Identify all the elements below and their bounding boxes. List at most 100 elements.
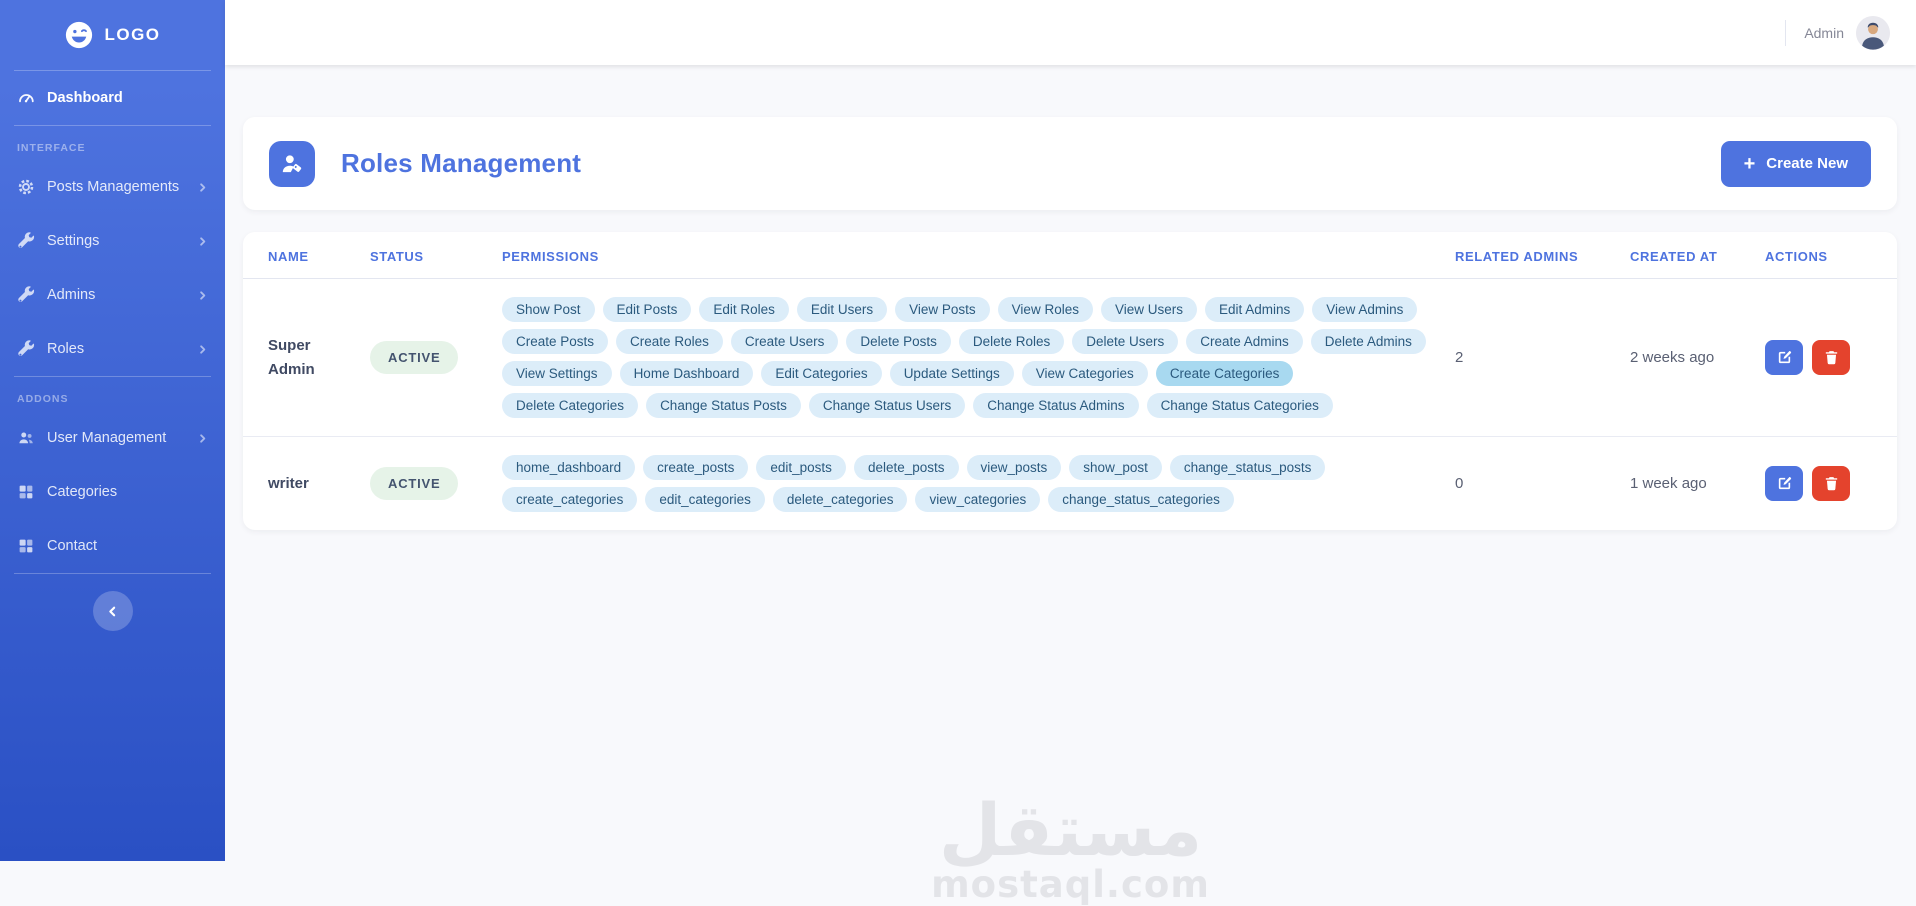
chevron-right-icon xyxy=(197,236,208,247)
permission-pill: edit_categories xyxy=(645,487,765,512)
permission-pill: Change Status Categories xyxy=(1146,393,1333,418)
column-header-status: STATUS xyxy=(370,249,424,264)
plus-icon: + xyxy=(1743,152,1756,175)
wrench-icon xyxy=(17,232,35,250)
trash-icon xyxy=(1823,349,1840,366)
content: Roles Management + Create New NAME STATUS… xyxy=(225,65,1916,906)
permission-pill: Change Status Admins xyxy=(973,393,1139,418)
actions-cell xyxy=(1765,340,1872,375)
permission-pill: Edit Admins xyxy=(1205,297,1305,322)
sidebar-item-posts-managements[interactable]: Posts Managements xyxy=(0,160,225,214)
gear-icon xyxy=(17,178,35,196)
laugh-wink-icon xyxy=(64,20,94,50)
permission-pill: View Users xyxy=(1100,297,1197,322)
column-header-name: NAME xyxy=(268,249,309,264)
user-avatar[interactable] xyxy=(1856,15,1890,50)
status-cell: ACTIVE xyxy=(370,467,502,500)
sidebar-item-label: Contact xyxy=(47,538,97,554)
permission-pill: View Roles xyxy=(997,297,1093,322)
permission-pill: Delete Users xyxy=(1072,329,1179,354)
permission-pill: change_status_categories xyxy=(1048,487,1234,512)
table-header-row: NAME STATUS PERMISSIONS RELATED ADMINS CREAT… xyxy=(243,232,1897,279)
chevron-right-icon xyxy=(197,182,208,193)
sidebar-item-user-management[interactable]: User Management xyxy=(0,411,225,465)
status-cell: ACTIVE xyxy=(370,341,502,374)
page-header-card: Roles Management + Create New xyxy=(243,117,1897,210)
permission-pill: create_posts xyxy=(643,455,749,480)
permission-pill: Create Posts xyxy=(502,329,609,354)
permission-pill: show_post xyxy=(1069,455,1162,480)
permission-pill: Delete Categories xyxy=(502,393,639,418)
chevron-left-icon xyxy=(106,605,119,618)
permission-pill: Edit Categories xyxy=(761,361,882,386)
wrench-icon xyxy=(17,340,35,358)
sidebar-item-label: Categories xyxy=(47,484,118,500)
permission-pill: create_categories xyxy=(502,487,638,512)
permission-pill: View Categories xyxy=(1021,361,1148,386)
permission-pill: view_posts xyxy=(966,455,1062,480)
app-root: LOGO Dashboard INTERFACE Posts Managements… xyxy=(0,0,1916,906)
sidebar-brand[interactable]: LOGO xyxy=(0,0,225,70)
trash-icon xyxy=(1823,475,1840,492)
actions-cell xyxy=(1765,466,1872,501)
permissions-list: Show Post Edit Posts Edit Roles Edit Users V… xyxy=(502,297,1455,418)
sidebar-item-dashboard[interactable]: Dashboard xyxy=(0,71,225,125)
sidebar-section-label: INTERFACE xyxy=(17,142,86,154)
permission-pill: delete_posts xyxy=(853,455,959,480)
edit-role-button[interactable] xyxy=(1765,340,1803,375)
delete-role-button[interactable] xyxy=(1812,340,1850,375)
grid-icon xyxy=(17,537,35,555)
column-header-related-admins: RELATED ADMINS xyxy=(1455,249,1579,264)
tachometer-icon xyxy=(17,89,35,107)
sidebar-item-contact[interactable]: Contact xyxy=(0,519,225,573)
permission-pill: Show Post xyxy=(502,297,595,322)
permission-pill: Edit Posts xyxy=(602,297,692,322)
edit-icon xyxy=(1776,475,1793,492)
created-at: 1 week ago xyxy=(1630,475,1707,492)
delete-role-button[interactable] xyxy=(1812,466,1850,501)
permission-pill: view_categories xyxy=(915,487,1041,512)
permission-pill: Edit Users xyxy=(796,297,888,322)
create-new-button[interactable]: + Create New xyxy=(1720,140,1871,187)
sidebar-collapse-button[interactable] xyxy=(92,591,133,631)
permission-pill: delete_categories xyxy=(772,487,908,512)
sidebar-item-roles[interactable]: Roles xyxy=(0,322,225,376)
permission-pill: Create Users xyxy=(730,329,839,354)
chevron-right-icon xyxy=(197,433,208,444)
watermark-latin: mostaql.com xyxy=(931,862,1210,906)
sidebar-item-label: Settings xyxy=(47,233,100,249)
permission-pill: Change Status Users xyxy=(808,393,966,418)
logo-text: LOGO xyxy=(104,25,161,44)
table-row: writer ACTIVE home_dashboard create_posts ed… xyxy=(243,437,1897,530)
topbar: Admin xyxy=(225,0,1916,65)
permission-pill: Home Dashboard xyxy=(619,361,754,386)
related-admins-count: 0 xyxy=(1455,475,1464,492)
watermark: مستقل mostaql.com xyxy=(931,792,1210,906)
status-badge: ACTIVE xyxy=(370,467,459,500)
created-at: 2 weeks ago xyxy=(1630,349,1715,366)
sidebar-item-label: Roles xyxy=(47,341,85,357)
permission-pill: View Admins xyxy=(1312,297,1418,322)
column-header-permissions: PERMISSIONS xyxy=(502,249,599,264)
roles-table: NAME STATUS PERMISSIONS RELATED ADMINS CREAT… xyxy=(243,232,1897,530)
chevron-right-icon xyxy=(197,290,208,301)
edit-role-button[interactable] xyxy=(1765,466,1803,501)
sidebar-item-categories[interactable]: Categories xyxy=(0,465,225,519)
sidebar-item-admins[interactable]: Admins xyxy=(0,268,225,322)
sidebar-item-settings[interactable]: Settings xyxy=(0,214,225,268)
permission-pill: Delete Admins xyxy=(1310,329,1426,354)
sidebar-item-label: User Management xyxy=(47,430,167,446)
main-area: Admin Roles Management + Create New NAME… xyxy=(225,0,1916,906)
permission-pill: edit_posts xyxy=(756,455,846,480)
permissions-list: home_dashboard create_posts edit_posts dele… xyxy=(502,455,1455,512)
column-header-actions: ACTIONS xyxy=(1765,249,1828,264)
related-admins-count: 2 xyxy=(1455,349,1464,366)
divider xyxy=(1785,19,1787,46)
wrench-icon xyxy=(17,286,35,304)
permission-pill: Edit Roles xyxy=(699,297,789,322)
users-icon xyxy=(17,429,35,447)
sidebar-item-label: Admins xyxy=(47,287,96,303)
permission-pill: Change Status Posts xyxy=(646,393,801,418)
column-header-created-at: CREATED AT xyxy=(1630,249,1718,264)
permission-pill: Delete Posts xyxy=(846,329,951,354)
